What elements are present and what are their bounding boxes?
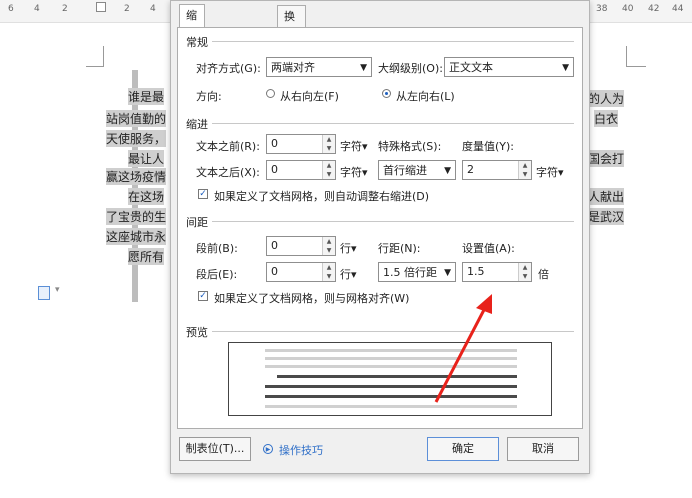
annotation-arrow-head (476, 294, 492, 314)
annotation-arrow-shaft (434, 305, 488, 403)
annotation-arrow (434, 294, 492, 403)
